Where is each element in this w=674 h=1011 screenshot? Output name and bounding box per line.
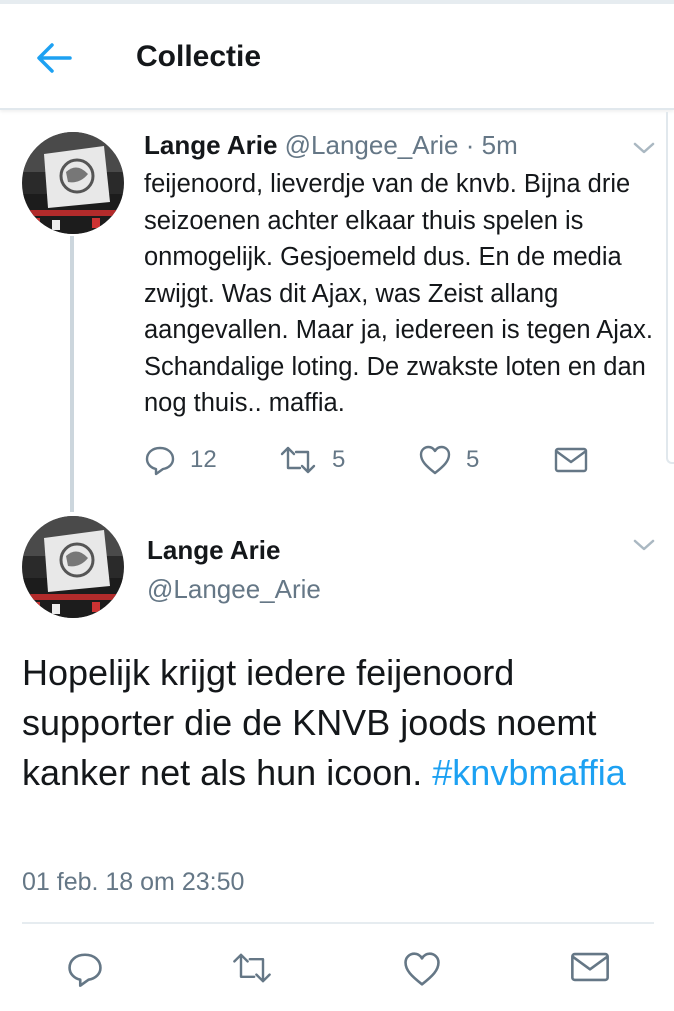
separator: · xyxy=(465,130,475,160)
display-name[interactable]: Lange Arie xyxy=(147,535,280,566)
back-button[interactable] xyxy=(34,40,74,76)
scrollbar[interactable] xyxy=(666,112,674,464)
reply-icon xyxy=(145,446,175,476)
retweet-button[interactable]: 5 xyxy=(278,440,345,480)
like-button[interactable] xyxy=(402,950,442,993)
retweet-button[interactable] xyxy=(230,950,274,991)
heart-icon xyxy=(404,952,440,986)
envelope-icon xyxy=(571,952,609,982)
retweet-count: 5 xyxy=(332,446,346,473)
arrow-left-icon xyxy=(37,43,72,73)
tweet-timestamp: 01 feb. 18 om 23:50 xyxy=(22,868,245,896)
dm-button[interactable] xyxy=(554,440,602,480)
reply-count: 12 xyxy=(190,446,217,473)
tweet-actions xyxy=(0,950,674,990)
reply-button[interactable] xyxy=(66,950,104,993)
tweet-time: 5m xyxy=(481,130,518,160)
app-header: Collectie xyxy=(0,4,674,110)
avatar[interactable] xyxy=(22,132,124,234)
retweet-icon xyxy=(233,953,271,983)
like-button[interactable]: 5 xyxy=(418,440,479,480)
avatar[interactable] xyxy=(22,516,124,618)
chevron-down-icon[interactable] xyxy=(632,140,656,156)
like-count: 5 xyxy=(466,446,480,473)
thread-connector xyxy=(70,236,74,512)
retweet-icon xyxy=(280,446,316,474)
envelope-icon xyxy=(554,447,588,473)
divider xyxy=(22,922,654,924)
reply-icon xyxy=(68,953,102,987)
tweet-actions: 12 5 5 xyxy=(144,440,604,480)
tweet-text: Hopelijk krijgt iedere feijenoord suppor… xyxy=(22,648,652,798)
handle[interactable]: @Langee_Arie xyxy=(285,130,459,160)
dm-button[interactable] xyxy=(570,950,610,989)
reply-button[interactable]: 12 xyxy=(144,440,217,480)
display-name[interactable]: Lange Arie xyxy=(144,130,277,160)
handle[interactable]: @Langee_Arie xyxy=(147,574,321,605)
tweet-header: Lange Arie @Langee_Arie · 5m xyxy=(144,130,518,161)
tweet-text: feijenoord, lieverdje van de knvb. Bijna… xyxy=(144,170,653,417)
chevron-down-icon[interactable] xyxy=(632,537,656,553)
page-title: Collectie xyxy=(136,40,262,73)
heart-icon xyxy=(419,445,451,475)
hashtag-link[interactable]: #knvbmaffia xyxy=(432,752,625,793)
